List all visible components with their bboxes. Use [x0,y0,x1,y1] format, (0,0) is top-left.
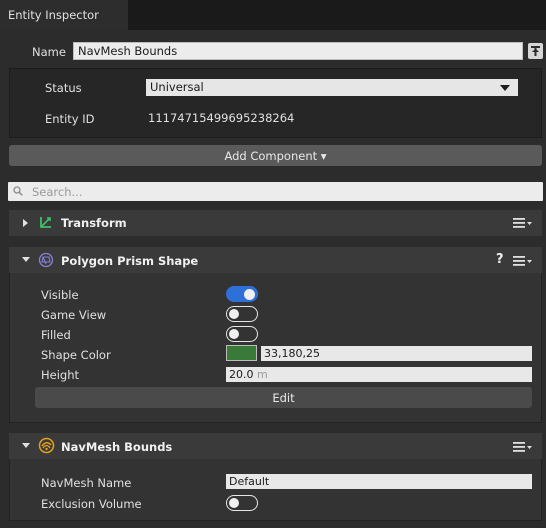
tab-bar: Entity Inspector [0,0,546,30]
edit-button[interactable]: Edit [35,387,532,408]
status-label: Status [45,81,82,95]
exclusion-volume-label: Exclusion Volume [41,497,142,511]
collapse-caret-icon[interactable] [22,257,30,262]
height-field[interactable]: 20.0 m [226,367,532,382]
shape-color-field[interactable]: 33,180,25 [261,346,532,361]
menu-icon[interactable] [513,255,533,267]
shape-color-swatch[interactable] [226,345,257,361]
navmesh-icon [38,437,55,454]
navmesh-name-label: NavMesh Name [41,476,132,490]
polygon-prism-header[interactable]: Polygon Prism Shape ? [9,247,542,273]
navmesh-name-field[interactable]: Default [226,474,532,489]
status-dropdown[interactable]: Universal [146,79,518,96]
entity-name-field[interactable]: NavMesh Bounds [73,42,523,60]
name-label: Name [32,45,66,59]
game-view-label: Game View [41,308,107,322]
navmesh-bounds-title: NavMesh Bounds [61,440,173,454]
filled-toggle[interactable] [226,326,258,342]
game-view-toggle[interactable] [226,306,258,322]
filled-label: Filled [41,328,71,342]
transform-icon [40,217,51,228]
expand-caret-icon[interactable] [23,219,28,227]
collapse-caret-icon[interactable] [22,443,30,448]
height-label: Height [41,368,80,382]
height-unit: m [257,368,268,381]
transform-title: Transform [61,216,127,230]
menu-icon[interactable] [513,441,533,453]
polygon-prism-title: Polygon Prism Shape [61,254,199,268]
exclusion-volume-toggle[interactable] [226,495,258,511]
pin-icon[interactable] [528,43,543,59]
chevron-down-icon [500,85,510,91]
toggle-knob [229,329,239,339]
toggle-knob [244,288,255,300]
help-icon[interactable]: ? [496,252,504,267]
toggle-knob [229,309,239,319]
visible-label: Visible [41,288,79,302]
tab-entity-inspector[interactable]: Entity Inspector [0,0,128,30]
transform-header[interactable]: Transform [9,210,542,236]
shape-color-label: Shape Color [41,348,111,362]
menu-icon[interactable] [513,217,533,229]
search-placeholder: Search... [32,185,83,199]
visible-toggle[interactable] [226,286,258,302]
toggle-knob [229,498,239,508]
entity-id-value: 11174715499695238264 [148,111,295,125]
search-input[interactable]: Search... [8,182,543,201]
height-value: 20.0 [229,368,254,381]
navmesh-bounds-header[interactable]: NavMesh Bounds [9,433,542,459]
entity-id-label: Entity ID [45,112,95,126]
polygon-prism-icon [38,252,54,268]
search-icon [13,186,23,196]
status-value: Universal [150,80,204,94]
add-component-button[interactable]: Add Component ▾ [9,145,542,166]
